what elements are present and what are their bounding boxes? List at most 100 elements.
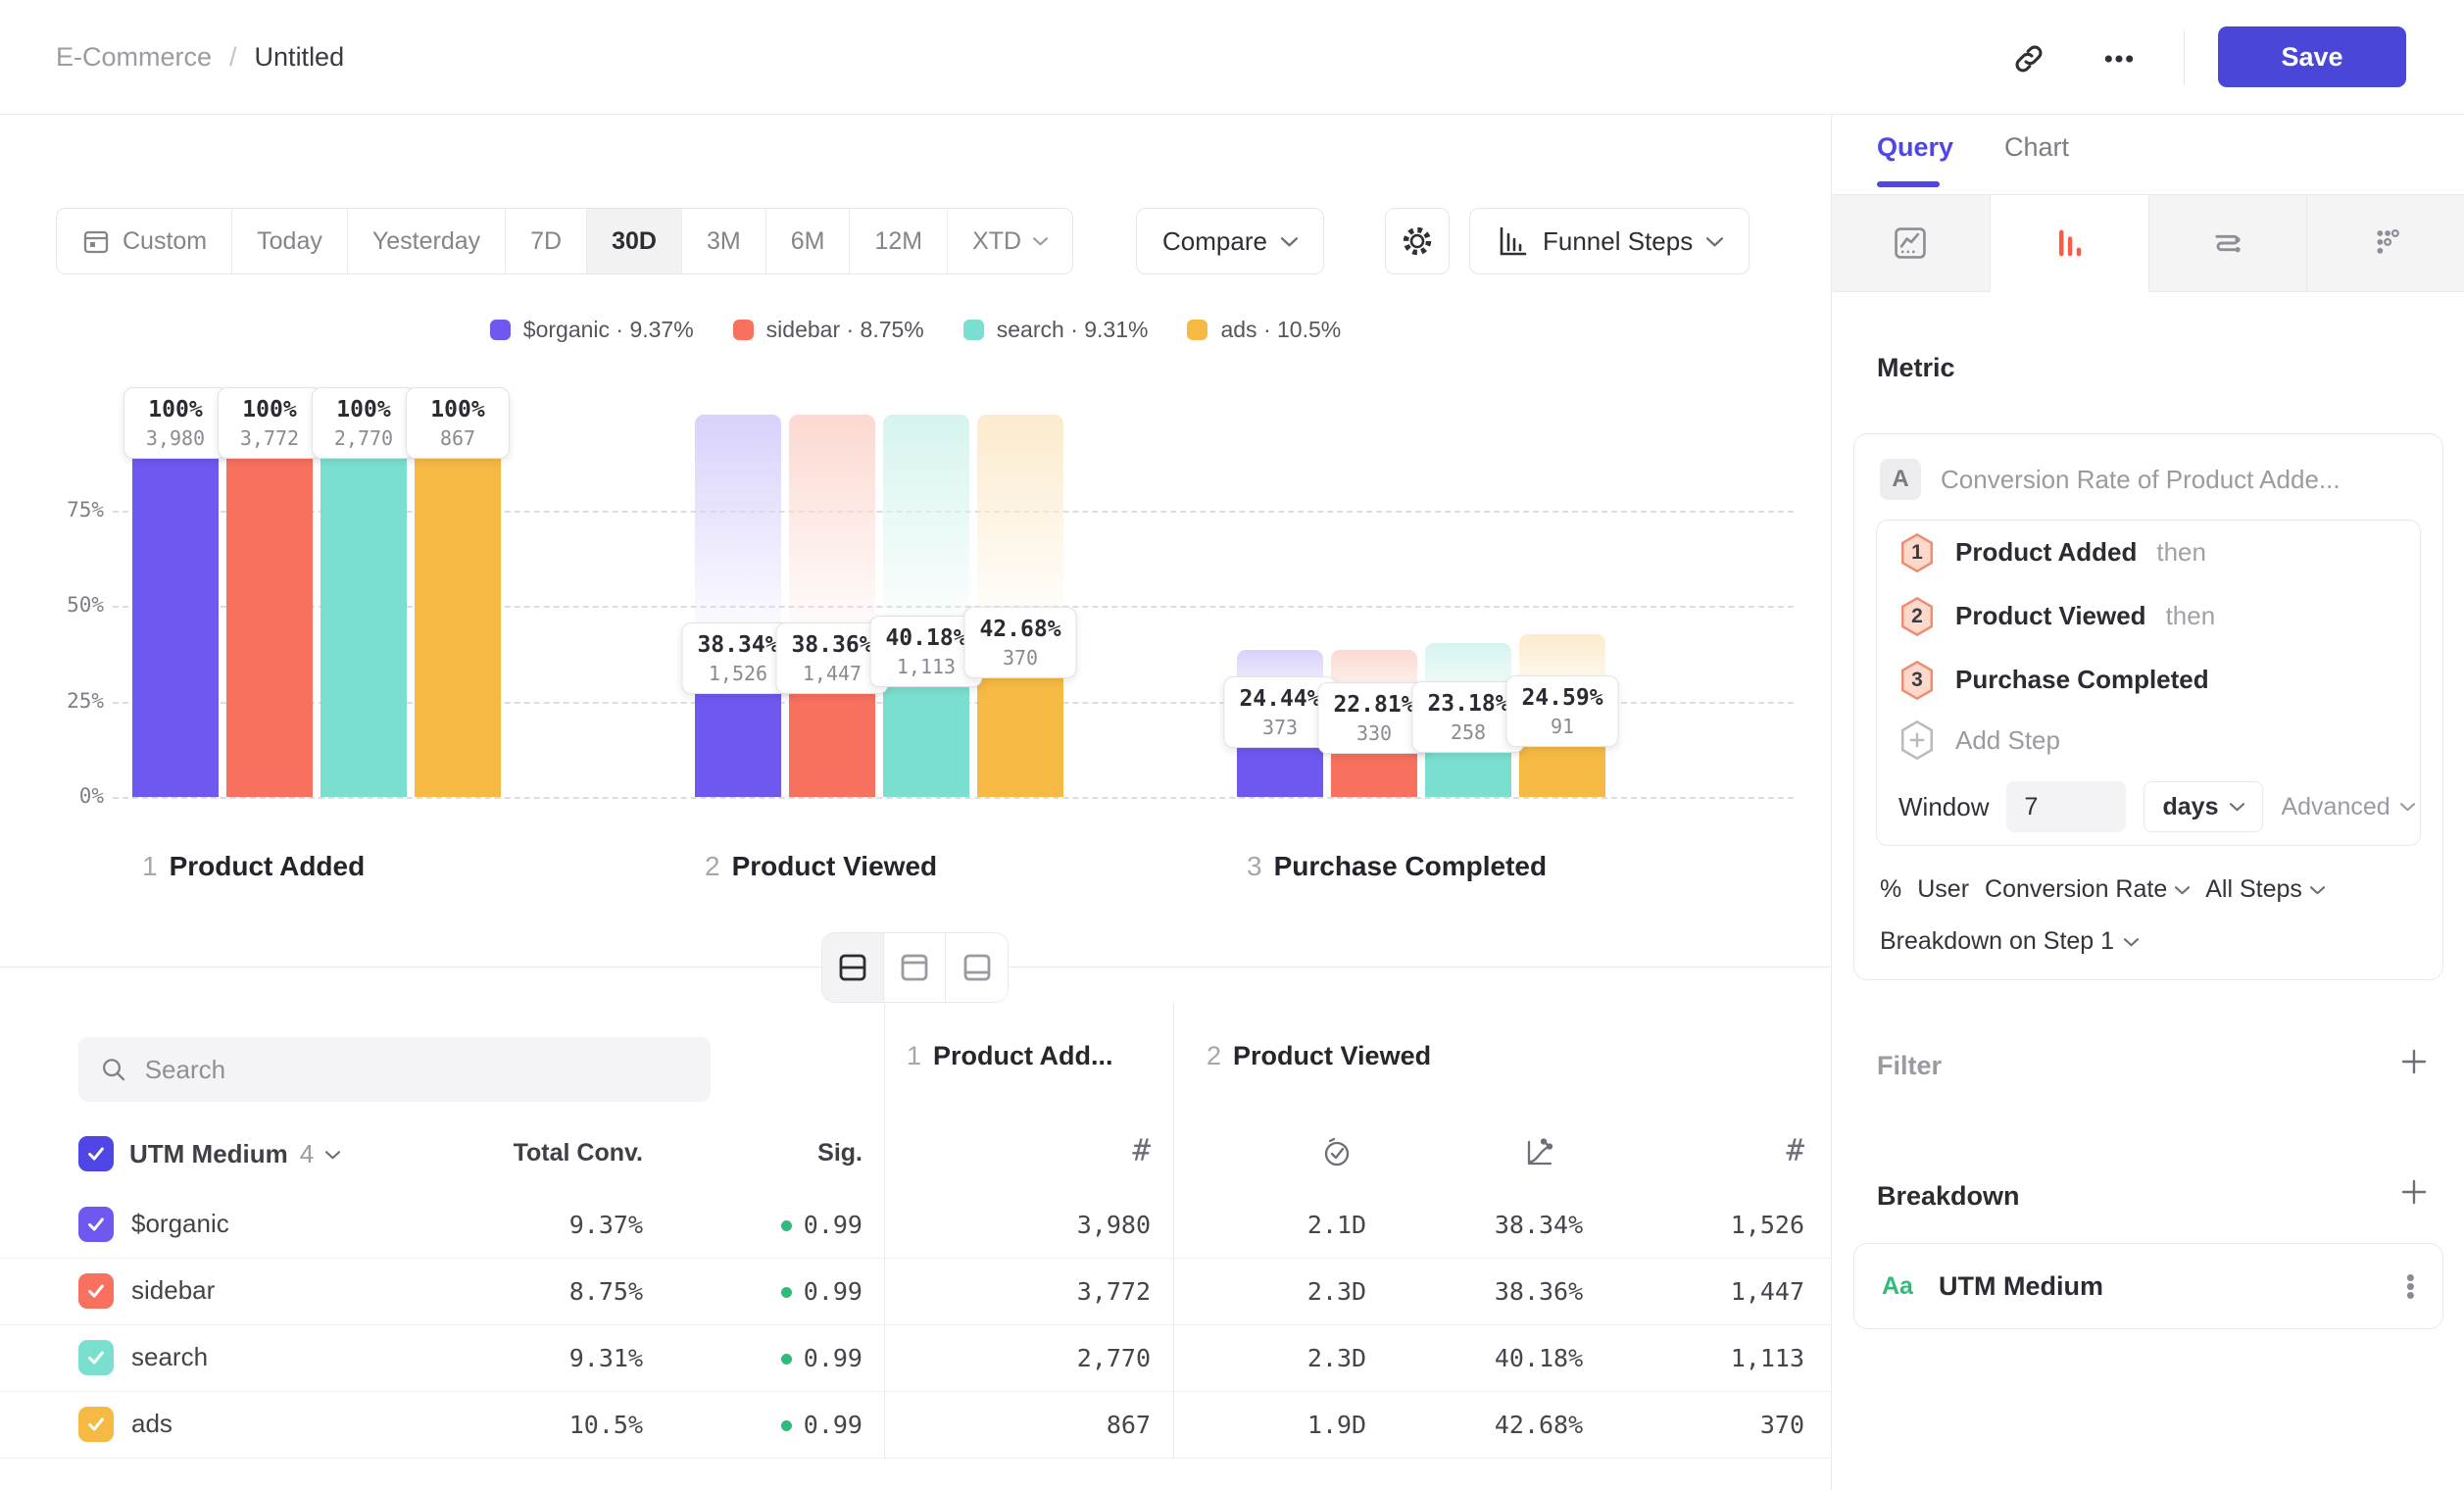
count-column-icon[interactable]: # xyxy=(1656,1133,1804,1168)
chevron-down-icon xyxy=(1281,236,1298,247)
chevron-down-icon xyxy=(1033,236,1048,246)
tab-chart[interactable]: Chart xyxy=(2004,132,2069,163)
add-step-button[interactable]: Add Step xyxy=(1877,712,2420,769)
range-12m[interactable]: 12M xyxy=(850,209,948,273)
breadcrumb-project[interactable]: E-Commerce xyxy=(56,42,212,73)
bar-count: 370 xyxy=(979,645,1060,670)
y-axis-tick: 50% xyxy=(39,593,104,617)
metric-letter-badge: A xyxy=(1880,459,1921,500)
advanced-toggle[interactable]: Advanced xyxy=(2281,793,2414,821)
table-group-step1: 1 Product Add... xyxy=(907,1041,1113,1071)
measure-scope-dropdown[interactable]: All Steps xyxy=(2205,875,2325,904)
top-panel-icon xyxy=(899,953,930,982)
row-checkbox[interactable] xyxy=(78,1340,114,1375)
chart-type-dropdown[interactable]: Funnel Steps xyxy=(1469,208,1749,274)
row-step2-conv: 42.68% xyxy=(1437,1411,1641,1439)
table-row-ads[interactable]: ads10.5%0.998671.9D42.68%370 xyxy=(0,1392,1831,1459)
measure-metric-dropdown[interactable]: Conversion Rate xyxy=(1985,875,2190,904)
range-3m[interactable]: 3M xyxy=(682,209,766,273)
row-sig: 0.99 xyxy=(676,1211,862,1240)
tab-flows[interactable] xyxy=(2149,195,2308,292)
measure-metric-label: Conversion Rate xyxy=(1985,875,2167,904)
row-total-conv: 8.75% xyxy=(372,1277,643,1306)
breakdown-column-header[interactable]: UTM Medium 4 xyxy=(129,1139,340,1169)
row-step2-count: 1,113 xyxy=(1656,1344,1804,1372)
legend-item-search[interactable]: search · 9.31% xyxy=(963,317,1149,343)
metric-title-row[interactable]: A Conversion Rate of Product Adde... xyxy=(1854,434,2442,520)
conversion-rate-column-icon[interactable] xyxy=(1437,1135,1641,1175)
row-total-conv: 9.37% xyxy=(372,1211,643,1239)
count-column-icon[interactable]: # xyxy=(931,1133,1151,1168)
save-button[interactable]: Save xyxy=(2218,26,2406,87)
range-xtd[interactable]: XTD xyxy=(948,209,1072,273)
window-unit-select[interactable]: days xyxy=(2144,781,2263,832)
funnel-bar-sidebar-step1[interactable] xyxy=(226,415,313,797)
x-axis-step-label: 2Product Viewed xyxy=(705,851,937,882)
range-yesterday[interactable]: Yesterday xyxy=(348,209,506,273)
table-row-organic[interactable]: $organic9.37%0.993,9802.1D38.34%1,526 xyxy=(0,1192,1831,1259)
bar-pct: 40.18% xyxy=(885,623,966,654)
conversion-window-row: Window days Advanced xyxy=(1877,769,2420,845)
tab-retention[interactable] xyxy=(2307,195,2464,292)
total-conv-column-header[interactable]: Total Conv. xyxy=(372,1139,643,1167)
bar-pct: 22.81% xyxy=(1333,690,1414,720)
table-row-search[interactable]: search9.31%0.992,7702.3D40.18%1,113 xyxy=(0,1325,1831,1392)
insights-icon xyxy=(1891,224,1930,263)
row-checkbox[interactable] xyxy=(78,1207,114,1242)
add-breakdown-button[interactable] xyxy=(2396,1174,2432,1210)
funnel-bar-ads-step1[interactable] xyxy=(415,415,501,797)
tab-query[interactable]: Query xyxy=(1877,132,1953,163)
compare-button[interactable]: Compare xyxy=(1136,208,1324,274)
layout-chart-only-button[interactable] xyxy=(884,933,946,1002)
query-step-2[interactable]: 2Product Viewedthen xyxy=(1877,584,2420,648)
funnel-bar-organic-step1[interactable] xyxy=(132,415,219,797)
sig-column-header[interactable]: Sig. xyxy=(676,1139,862,1167)
funnel-bar-search-step1[interactable] xyxy=(320,415,407,797)
range-30d[interactable]: 30D xyxy=(587,209,682,273)
search-input[interactable] xyxy=(145,1055,689,1085)
chart-settings-button[interactable] xyxy=(1385,208,1450,274)
row-step2-count: 1,447 xyxy=(1656,1277,1804,1306)
row-step2-count: 1,526 xyxy=(1656,1211,1804,1239)
tab-funnels[interactable] xyxy=(1991,195,2149,292)
table-row-sidebar[interactable]: sidebar8.75%0.993,7722.3D38.36%1,447 xyxy=(0,1259,1831,1325)
range-today[interactable]: Today xyxy=(232,209,348,273)
bar-pct: 100% xyxy=(327,395,400,425)
kebab-menu-icon[interactable]: ••• xyxy=(2406,1273,2415,1300)
breakdown-on-step-dropdown[interactable]: Breakdown on Step 1 xyxy=(1854,904,2442,956)
query-step-1[interactable]: 1Product Addedthen xyxy=(1877,521,2420,584)
breakdown-on-label: Breakdown on Step 1 xyxy=(1880,927,2114,956)
legend-swatch xyxy=(733,320,754,340)
metric-title: Conversion Rate of Product Adde... xyxy=(1941,465,2341,495)
legend-item-ads[interactable]: ads · 10.5% xyxy=(1187,317,1341,343)
legend-item-organic[interactable]: $organic · 9.37% xyxy=(490,317,694,343)
query-step-3[interactable]: 3Purchase Completed xyxy=(1877,648,2420,712)
breakdown-property-card[interactable]: Aa UTM Medium ••• xyxy=(1853,1243,2443,1329)
layout-split-button[interactable] xyxy=(822,933,884,1002)
row-total-conv: 10.5% xyxy=(372,1411,643,1439)
breadcrumb-report-title[interactable]: Untitled xyxy=(255,42,345,73)
table-search[interactable] xyxy=(78,1037,711,1102)
share-link-icon[interactable] xyxy=(2007,37,2050,80)
range-7d[interactable]: 7D xyxy=(506,209,587,273)
legend-item-sidebar[interactable]: sidebar · 8.75% xyxy=(733,317,924,343)
bar-pct: 24.59% xyxy=(1521,683,1602,714)
measure-entity[interactable]: User xyxy=(1917,875,1969,904)
row-checkbox[interactable] xyxy=(78,1273,114,1309)
row-step2-time: 2.3D xyxy=(1235,1344,1439,1372)
tab-insights[interactable] xyxy=(1832,195,1991,292)
metric-card: A Conversion Rate of Product Adde... 1Pr… xyxy=(1853,433,2443,980)
row-checkbox[interactable] xyxy=(78,1407,114,1442)
range-6m[interactable]: 6M xyxy=(766,209,851,273)
chevron-down-icon xyxy=(2230,802,2244,812)
range-custom[interactable]: Custom xyxy=(57,209,232,273)
select-all-checkbox[interactable] xyxy=(78,1136,114,1171)
add-filter-button[interactable] xyxy=(2396,1044,2432,1079)
funnel-steps-icon xyxy=(1496,224,1529,258)
check-icon xyxy=(85,1414,107,1435)
time-to-convert-column-icon[interactable] xyxy=(1235,1135,1439,1175)
layout-table-only-button[interactable] xyxy=(946,933,1008,1002)
x-axis-step-label: 3Purchase Completed xyxy=(1247,851,1547,882)
window-value-input[interactable] xyxy=(2006,781,2126,832)
more-menu-icon[interactable] xyxy=(2097,37,2141,80)
